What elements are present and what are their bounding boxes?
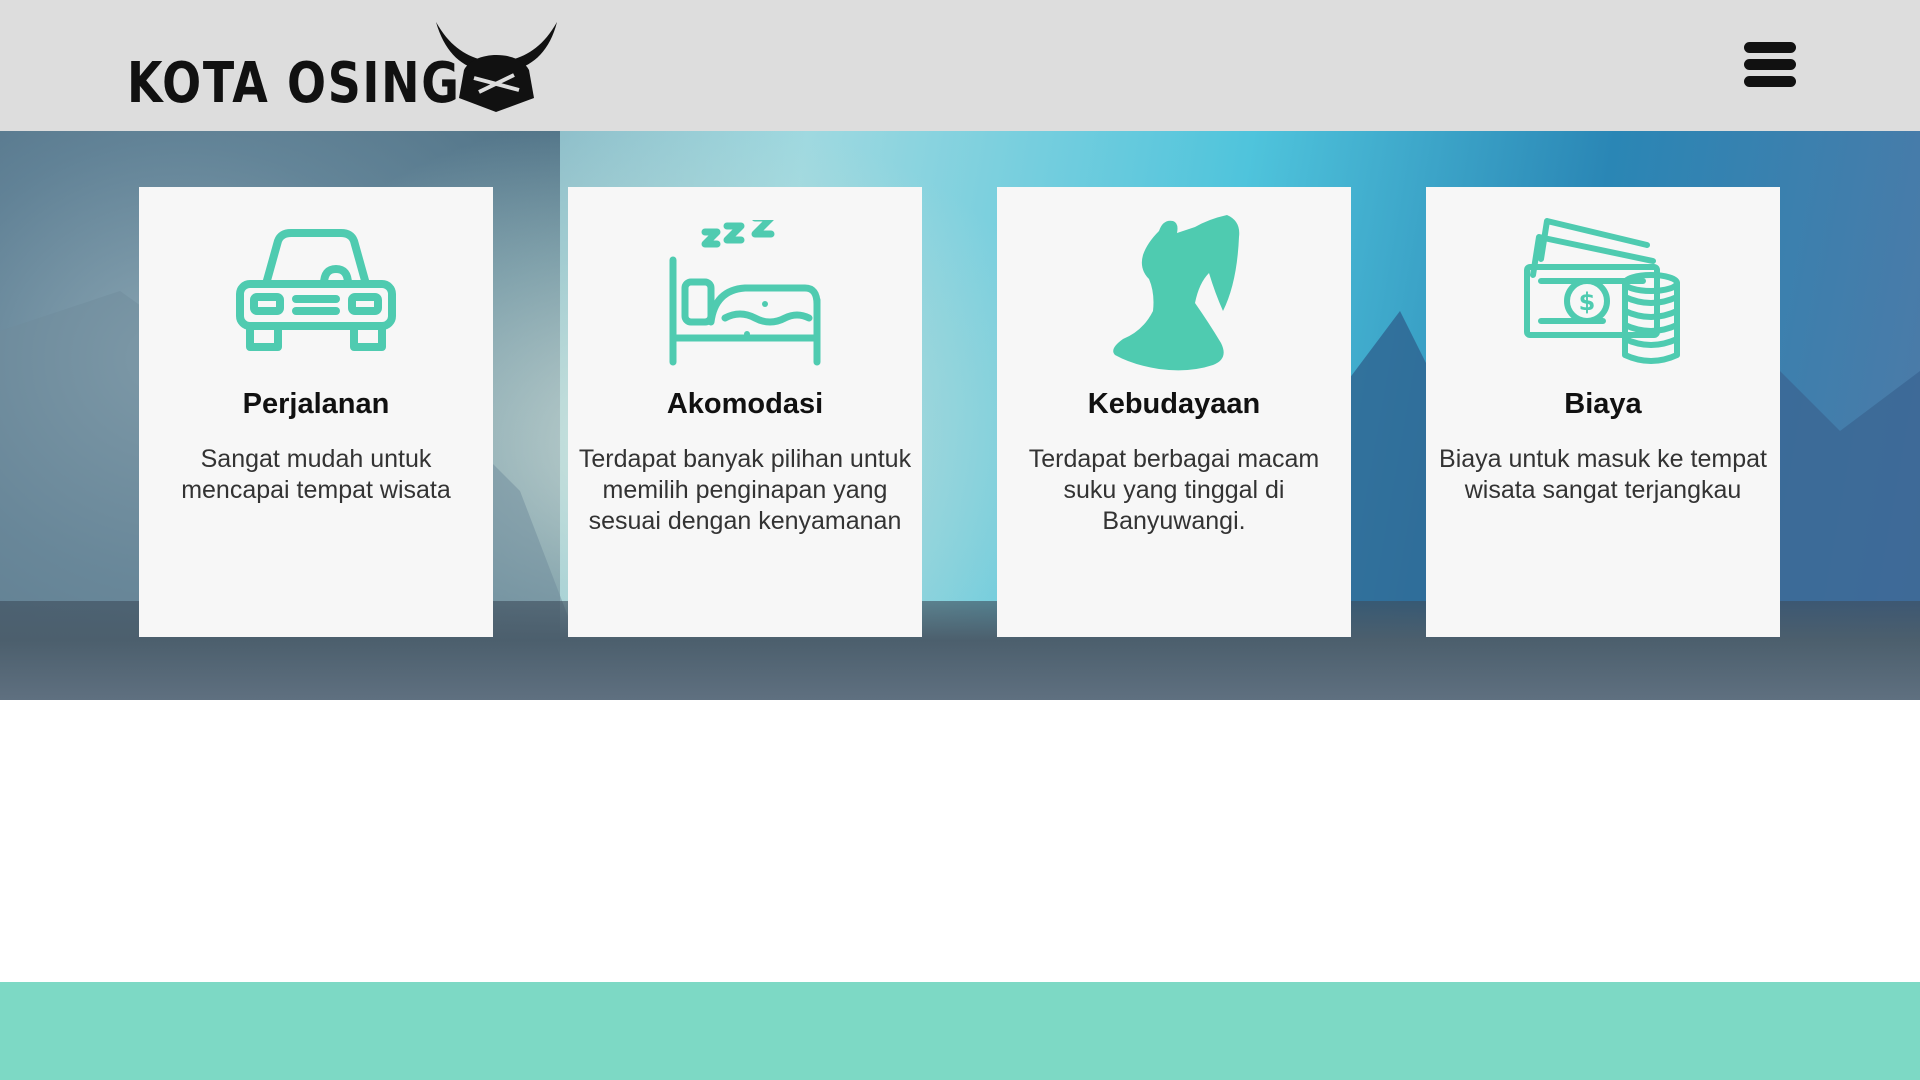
logo-text: KOTA OSING xyxy=(127,51,461,116)
feature-card-kebudayaan: Kebudayaan Terdapat berbagai macam suku … xyxy=(997,187,1351,637)
card-title: Kebudayaan xyxy=(1087,388,1261,420)
feature-card-akomodasi: Akomodasi Terdapat banyak pilihan untuk … xyxy=(568,187,922,637)
site-header: KOTA OSING xyxy=(0,0,1920,131)
money-coins-icon: $ xyxy=(1524,218,1680,364)
card-title: Biaya xyxy=(1564,388,1642,420)
card-title: Perjalanan xyxy=(242,388,390,420)
card-description: Terdapat berbagai macam suku yang tingga… xyxy=(1028,445,1320,535)
horned-helmet-logo-icon xyxy=(436,22,557,112)
card-title: Akomodasi xyxy=(666,388,824,420)
site-logo[interactable]: KOTA OSING xyxy=(127,20,557,120)
menu-bar xyxy=(1744,76,1796,87)
feature-card-perjalanan: Perjalanan Sangat mudah untuk mencapai t… xyxy=(139,187,493,637)
card-description: Sangat mudah untuk mencapai tempat wisat… xyxy=(181,445,451,504)
feature-card-biaya: $ Biaya Biaya untuk masuk ke tempat wisa… xyxy=(1426,187,1780,637)
dancer-icon xyxy=(1113,215,1240,371)
hamburger-menu-button[interactable] xyxy=(1744,42,1796,88)
footer-band xyxy=(0,982,1920,1080)
menu-bar xyxy=(1744,42,1796,53)
menu-bar xyxy=(1744,59,1796,70)
car-icon xyxy=(236,229,396,351)
sleeping-bed-icon xyxy=(669,220,821,366)
card-description: Biaya untuk masuk ke tempat wisata sanga… xyxy=(1439,445,1767,504)
card-description: Terdapat banyak pilihan untuk memilih pe… xyxy=(578,445,912,535)
svg-text:$: $ xyxy=(1579,288,1596,316)
